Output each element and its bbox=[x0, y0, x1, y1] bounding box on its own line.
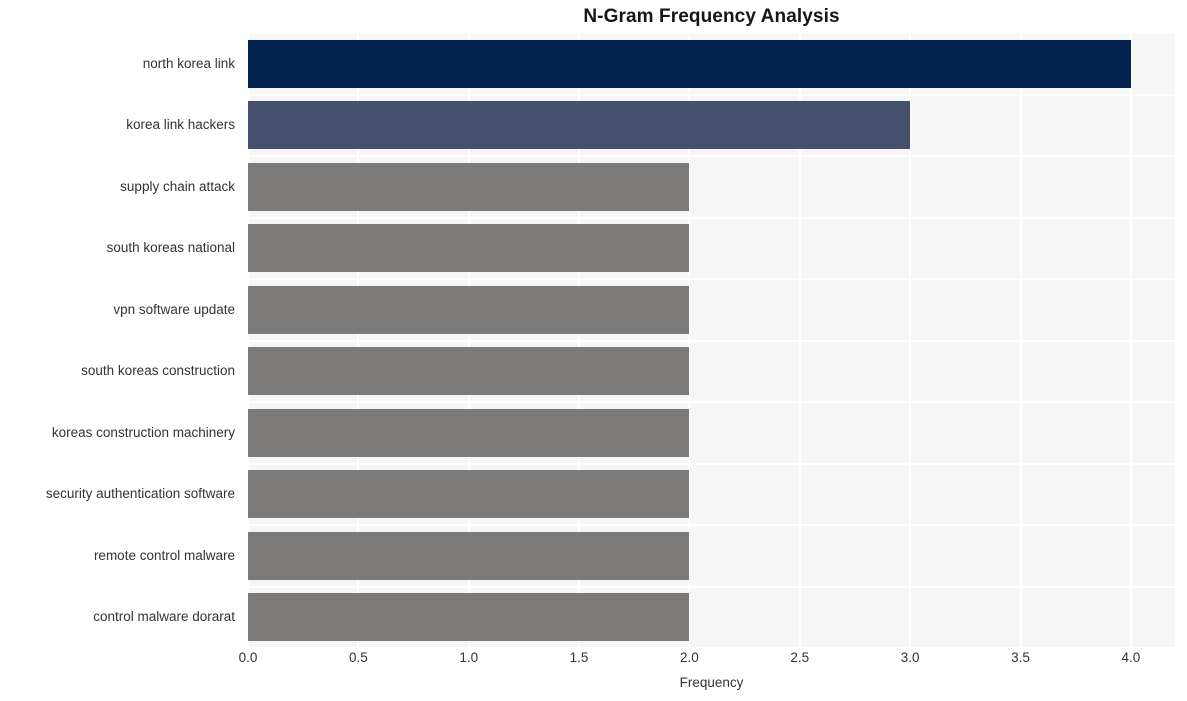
bar bbox=[248, 593, 690, 642]
y-axis-tick-label: south koreas construction bbox=[81, 363, 235, 379]
y-axis-tick-label: koreas construction machinery bbox=[51, 424, 235, 440]
x-axis-tick-label: 4.0 bbox=[1121, 650, 1141, 665]
gridline-horizontal bbox=[248, 93, 1175, 96]
gridline-horizontal bbox=[248, 524, 1175, 526]
bar bbox=[248, 162, 690, 211]
x-axis-title: Frequency bbox=[679, 675, 744, 690]
y-axis-tick-label: security authentication software bbox=[45, 486, 235, 502]
gridline-horizontal bbox=[248, 278, 1175, 280]
y-axis-tick-label: control malware dorarat bbox=[93, 609, 235, 625]
bar bbox=[248, 101, 911, 150]
gridline-horizontal bbox=[248, 462, 1175, 465]
gridline-horizontal bbox=[248, 339, 1175, 342]
x-axis-tick-label: 1.0 bbox=[459, 650, 479, 665]
bar bbox=[248, 224, 690, 273]
gridline-horizontal bbox=[248, 585, 1175, 588]
x-axis-tick-labels: 0.0 0.5 1.0 1.5 2.0 2.5 3.0 3.5 4.0 bbox=[0, 650, 1187, 672]
gridline-horizontal bbox=[248, 155, 1175, 157]
y-axis-tick-label: remote control malware bbox=[93, 547, 235, 563]
x-axis-tick-label: 3.5 bbox=[1011, 650, 1030, 665]
bar bbox=[248, 347, 690, 396]
y-axis-tick-label: vpn software update bbox=[113, 301, 235, 317]
gridline-horizontal bbox=[248, 33, 1175, 34]
y-axis-tick-label: south koreas national bbox=[106, 240, 235, 256]
plot-area bbox=[248, 33, 1175, 648]
bar bbox=[248, 470, 690, 519]
x-axis-tick-label: 2.5 bbox=[790, 650, 810, 665]
gridline-horizontal bbox=[248, 647, 1175, 648]
bar bbox=[248, 39, 1131, 88]
x-axis-tick-label: 3.0 bbox=[900, 650, 920, 665]
x-axis-tick-label: 0.5 bbox=[348, 650, 368, 665]
gridline-horizontal bbox=[248, 216, 1175, 219]
y-axis-tick-labels: north korea link korea link hackers supply… bbox=[0, 33, 242, 648]
bar bbox=[248, 285, 690, 334]
bar bbox=[248, 531, 690, 580]
y-axis-tick-label: north korea link bbox=[142, 55, 235, 71]
x-axis-tick-label: 1.5 bbox=[569, 650, 589, 665]
gridline-horizontal bbox=[248, 401, 1175, 403]
x-axis-tick-label: 2.0 bbox=[680, 650, 699, 665]
y-axis-tick-label: korea link hackers bbox=[126, 117, 235, 133]
chart-title: N-Gram Frequency Analysis bbox=[583, 6, 840, 27]
x-axis-tick-label: 0.0 bbox=[238, 650, 258, 665]
bar bbox=[248, 408, 690, 457]
y-axis-tick-label: supply chain attack bbox=[120, 178, 235, 194]
chart-figure: N-Gram Frequency Analysis north korea li… bbox=[0, 0, 1187, 701]
